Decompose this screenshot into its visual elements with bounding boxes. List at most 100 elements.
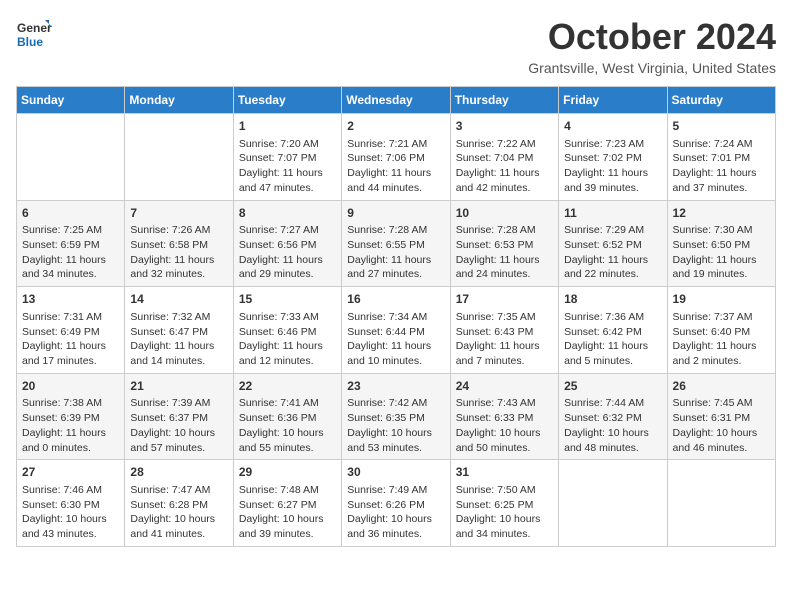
page-header: General Blue October 2024 Grantsville, W…	[16, 16, 776, 76]
day-number: 31	[456, 464, 553, 481]
calendar-cell	[17, 114, 125, 201]
location: Grantsville, West Virginia, United State…	[528, 60, 776, 76]
calendar-cell: 15 Sunrise: 7:33 AM Sunset: 6:46 PM Dayli…	[233, 287, 341, 374]
day-number: 14	[130, 291, 227, 308]
day-number: 4	[564, 118, 661, 135]
day-number: 28	[130, 464, 227, 481]
day-number: 26	[673, 378, 770, 395]
day-info: Sunrise: 7:48 AM Sunset: 6:27 PM Dayligh…	[239, 483, 336, 542]
day-of-week-header: Friday	[559, 87, 667, 114]
calendar-cell: 23Sunrise: 7:42 AM Sunset: 6:35 PM Dayli…	[342, 373, 450, 460]
calendar-cell: 2 Sunrise: 7:21 AM Sunset: 7:06 PM Daylig…	[342, 114, 450, 201]
day-info: Sunrise: 7:24 AM Sunset: 7:01 PM Dayligh…	[673, 137, 770, 196]
calendar-cell	[667, 460, 775, 547]
calendar-cell: 12Sunrise: 7:30 AM Sunset: 6:50 PM Dayli…	[667, 200, 775, 287]
day-number: 7	[130, 205, 227, 222]
day-number: 23	[347, 378, 444, 395]
day-number: 2	[347, 118, 444, 135]
day-number: 16	[347, 291, 444, 308]
day-info: Sunrise: 7:46 AM Sunset: 6:30 PM Dayligh…	[22, 483, 119, 542]
day-info: Sunrise: 7:25 AM Sunset: 6:59 PM Dayligh…	[22, 223, 119, 282]
calendar-table: SundayMondayTuesdayWednesdayThursdayFrid…	[16, 86, 776, 547]
day-number: 3	[456, 118, 553, 135]
day-info: Sunrise: 7:38 AM Sunset: 6:39 PM Dayligh…	[22, 396, 119, 455]
day-number: 8	[239, 205, 336, 222]
day-number: 18	[564, 291, 661, 308]
day-number: 13	[22, 291, 119, 308]
day-number: 15	[239, 291, 336, 308]
day-info: Sunrise: 7:28 AM Sunset: 6:55 PM Dayligh…	[347, 223, 444, 282]
day-number: 12	[673, 205, 770, 222]
calendar-cell: 10Sunrise: 7:28 AM Sunset: 6:53 PM Dayli…	[450, 200, 558, 287]
day-info: Sunrise: 7:50 AM Sunset: 6:25 PM Dayligh…	[456, 483, 553, 542]
day-of-week-header: Wednesday	[342, 87, 450, 114]
day-info: Sunrise: 7:32 AM Sunset: 6:47 PM Dayligh…	[130, 310, 227, 369]
month-title: October 2024	[528, 16, 776, 58]
logo: General Blue	[16, 16, 52, 52]
day-of-week-header: Sunday	[17, 87, 125, 114]
calendar-cell: 18 Sunrise: 7:36 AM Sunset: 6:42 PM Dayli…	[559, 287, 667, 374]
day-number: 25	[564, 378, 661, 395]
day-info: Sunrise: 7:31 AM Sunset: 6:49 PM Dayligh…	[22, 310, 119, 369]
day-info: Sunrise: 7:47 AM Sunset: 6:28 PM Dayligh…	[130, 483, 227, 542]
calendar-cell: 11Sunrise: 7:29 AM Sunset: 6:52 PM Dayli…	[559, 200, 667, 287]
day-number: 5	[673, 118, 770, 135]
day-info: Sunrise: 7:42 AM Sunset: 6:35 PM Dayligh…	[347, 396, 444, 455]
day-number: 27	[22, 464, 119, 481]
day-of-week-header: Thursday	[450, 87, 558, 114]
day-info: Sunrise: 7:21 AM Sunset: 7:06 PM Dayligh…	[347, 137, 444, 196]
day-number: 20	[22, 378, 119, 395]
day-info: Sunrise: 7:33 AM Sunset: 6:46 PM Dayligh…	[239, 310, 336, 369]
calendar-cell: 6Sunrise: 7:25 AM Sunset: 6:59 PM Daylig…	[17, 200, 125, 287]
day-info: Sunrise: 7:22 AM Sunset: 7:04 PM Dayligh…	[456, 137, 553, 196]
day-number: 29	[239, 464, 336, 481]
day-number: 10	[456, 205, 553, 222]
calendar-cell: 17Sunrise: 7:35 AM Sunset: 6:43 PM Dayli…	[450, 287, 558, 374]
svg-text:General: General	[17, 21, 52, 35]
calendar-cell: 8Sunrise: 7:27 AM Sunset: 6:56 PM Daylig…	[233, 200, 341, 287]
day-number: 22	[239, 378, 336, 395]
day-info: Sunrise: 7:27 AM Sunset: 6:56 PM Dayligh…	[239, 223, 336, 282]
calendar-cell: 22Sunrise: 7:41 AM Sunset: 6:36 PM Dayli…	[233, 373, 341, 460]
calendar-cell: 5 Sunrise: 7:24 AM Sunset: 7:01 PM Daylig…	[667, 114, 775, 201]
calendar-cell: 14 Sunrise: 7:32 AM Sunset: 6:47 PM Dayli…	[125, 287, 233, 374]
svg-text:Blue: Blue	[17, 35, 43, 49]
calendar-cell: 20Sunrise: 7:38 AM Sunset: 6:39 PM Dayli…	[17, 373, 125, 460]
day-info: Sunrise: 7:36 AM Sunset: 6:42 PM Dayligh…	[564, 310, 661, 369]
title-block: October 2024 Grantsville, West Virginia,…	[528, 16, 776, 76]
calendar-cell: 16 Sunrise: 7:34 AM Sunset: 6:44 PM Dayli…	[342, 287, 450, 374]
calendar-cell: 13 Sunrise: 7:31 AM Sunset: 6:49 PM Dayli…	[17, 287, 125, 374]
calendar-cell: 19 Sunrise: 7:37 AM Sunset: 6:40 PM Dayli…	[667, 287, 775, 374]
day-info: Sunrise: 7:39 AM Sunset: 6:37 PM Dayligh…	[130, 396, 227, 455]
day-info: Sunrise: 7:28 AM Sunset: 6:53 PM Dayligh…	[456, 223, 553, 282]
day-info: Sunrise: 7:23 AM Sunset: 7:02 PM Dayligh…	[564, 137, 661, 196]
calendar-cell: 26Sunrise: 7:45 AM Sunset: 6:31 PM Dayli…	[667, 373, 775, 460]
calendar-cell: 1 Sunrise: 7:20 AM Sunset: 7:07 PM Daylig…	[233, 114, 341, 201]
day-info: Sunrise: 7:45 AM Sunset: 6:31 PM Dayligh…	[673, 396, 770, 455]
calendar-cell: 28 Sunrise: 7:47 AM Sunset: 6:28 PM Dayli…	[125, 460, 233, 547]
day-info: Sunrise: 7:35 AM Sunset: 6:43 PM Dayligh…	[456, 310, 553, 369]
day-number: 9	[347, 205, 444, 222]
logo-icon: General Blue	[16, 16, 52, 52]
day-info: Sunrise: 7:41 AM Sunset: 6:36 PM Dayligh…	[239, 396, 336, 455]
day-info: Sunrise: 7:29 AM Sunset: 6:52 PM Dayligh…	[564, 223, 661, 282]
day-of-week-header: Monday	[125, 87, 233, 114]
calendar-cell: 9Sunrise: 7:28 AM Sunset: 6:55 PM Daylig…	[342, 200, 450, 287]
calendar-cell: 30Sunrise: 7:49 AM Sunset: 6:26 PM Dayli…	[342, 460, 450, 547]
day-number: 11	[564, 205, 661, 222]
day-of-week-header: Saturday	[667, 87, 775, 114]
calendar-cell: 31 Sunrise: 7:50 AM Sunset: 6:25 PM Dayli…	[450, 460, 558, 547]
day-info: Sunrise: 7:34 AM Sunset: 6:44 PM Dayligh…	[347, 310, 444, 369]
day-info: Sunrise: 7:37 AM Sunset: 6:40 PM Dayligh…	[673, 310, 770, 369]
calendar-cell: 24Sunrise: 7:43 AM Sunset: 6:33 PM Dayli…	[450, 373, 558, 460]
calendar-cell: 7Sunrise: 7:26 AM Sunset: 6:58 PM Daylig…	[125, 200, 233, 287]
day-info: Sunrise: 7:26 AM Sunset: 6:58 PM Dayligh…	[130, 223, 227, 282]
day-info: Sunrise: 7:44 AM Sunset: 6:32 PM Dayligh…	[564, 396, 661, 455]
day-info: Sunrise: 7:49 AM Sunset: 6:26 PM Dayligh…	[347, 483, 444, 542]
calendar-cell: 29 Sunrise: 7:48 AM Sunset: 6:27 PM Dayli…	[233, 460, 341, 547]
day-number: 1	[239, 118, 336, 135]
day-number: 6	[22, 205, 119, 222]
day-info: Sunrise: 7:20 AM Sunset: 7:07 PM Dayligh…	[239, 137, 336, 196]
calendar-cell	[559, 460, 667, 547]
day-number: 19	[673, 291, 770, 308]
